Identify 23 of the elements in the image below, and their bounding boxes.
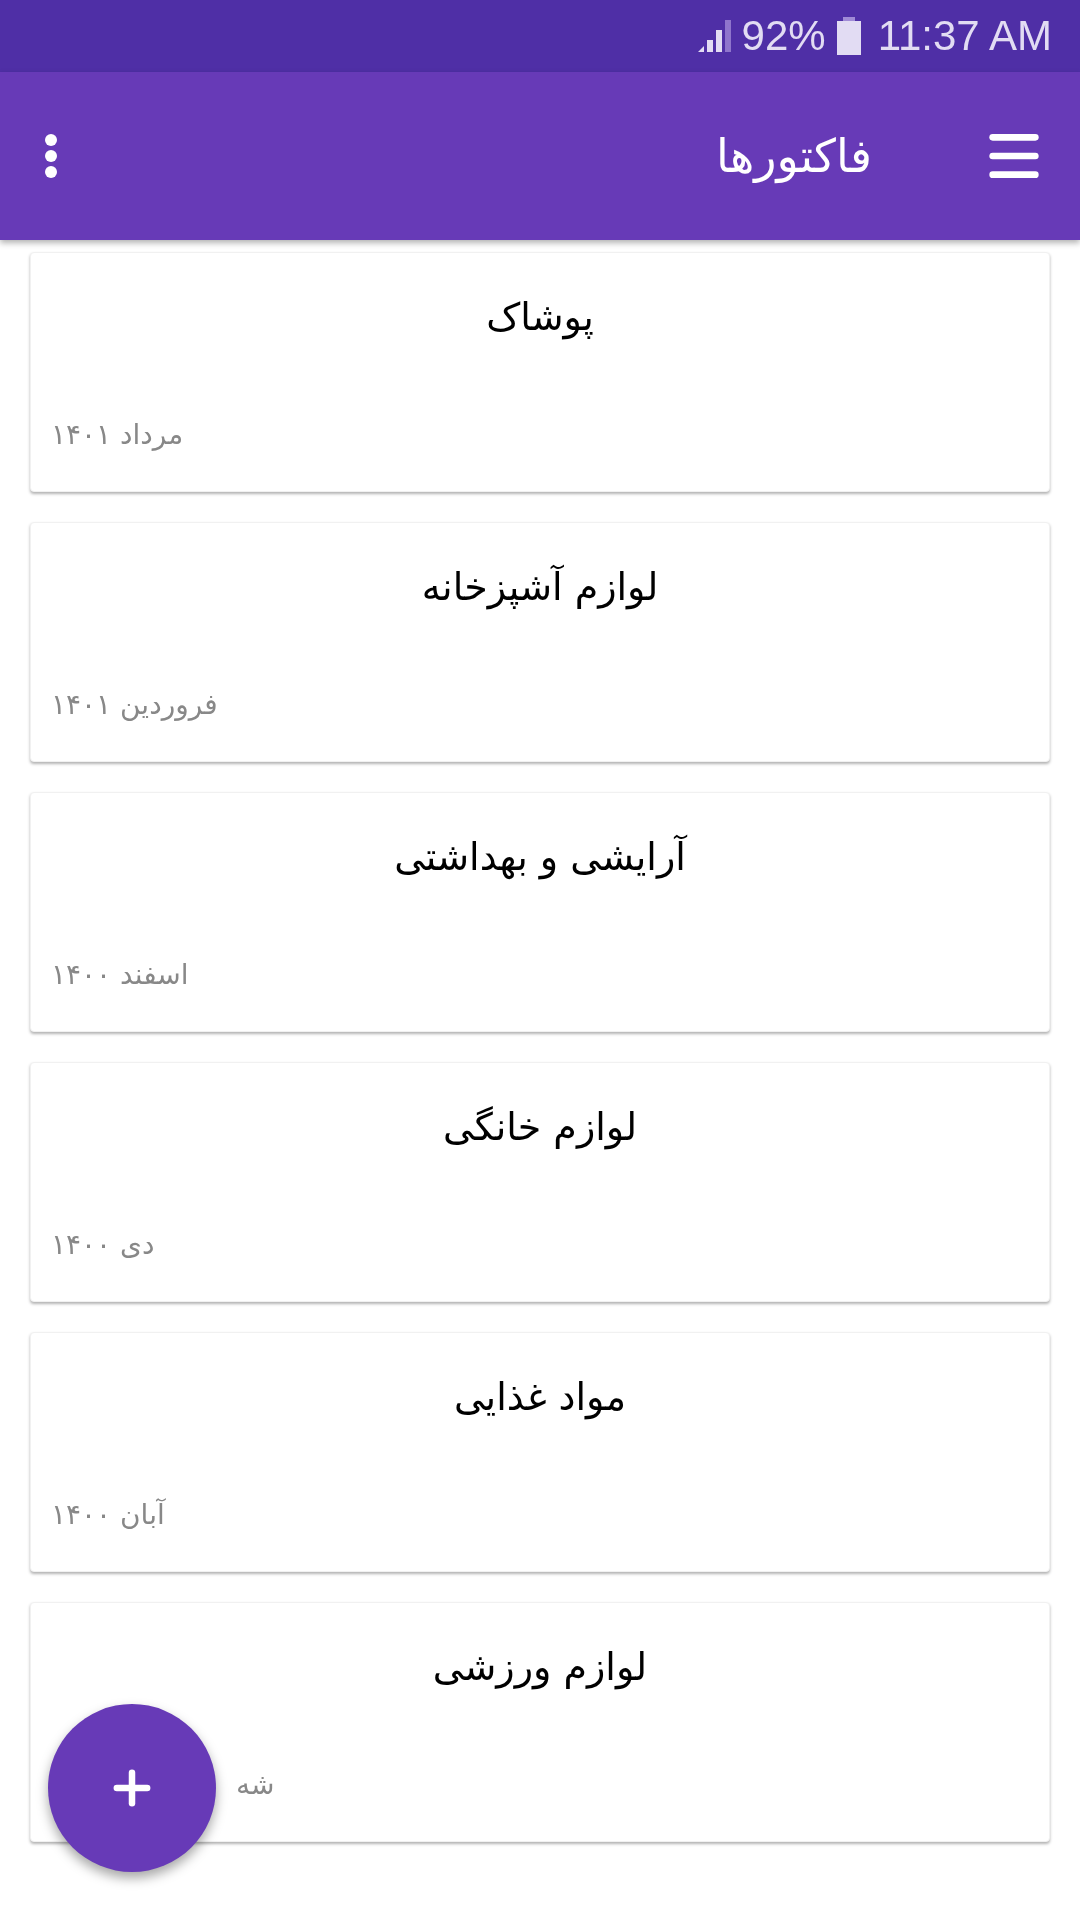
screen-title: فاکتورها: [715, 127, 872, 186]
invoice-card[interactable]: آرایشی و بهداشتی اسفند ۱۴۰۰: [30, 792, 1050, 1032]
invoice-date: اسفند ۱۴۰۰: [51, 957, 189, 993]
invoice-title: پوشاک: [486, 294, 594, 342]
more-options-icon: [44, 133, 58, 179]
invoice-card[interactable]: لوازم ورزشی شه: [30, 1602, 1050, 1842]
invoice-title: لوازم آشپزخانه: [421, 563, 659, 612]
invoice-card[interactable]: لوازم خانگی دی ۱۴۰۰: [30, 1062, 1050, 1302]
invoice-card[interactable]: لوازم آشپزخانه فروردین ۱۴۰۱: [30, 522, 1050, 762]
invoice-date: فروردین ۱۴۰۱: [51, 687, 218, 723]
battery-percent: 92%: [741, 15, 826, 57]
invoice-card[interactable]: مواد غذایی آبان ۱۴۰۰: [30, 1332, 1050, 1572]
invoice-date: شه: [236, 1767, 275, 1803]
battery-icon: [835, 17, 862, 55]
invoice-title: مواد غذایی: [453, 1374, 627, 1422]
invoice-title: لوازم خانگی: [443, 1104, 637, 1152]
invoice-date: مرداد ۱۴۰۱: [51, 417, 184, 453]
invoice-card[interactable]: پوشاک مرداد ۱۴۰۱: [30, 252, 1050, 492]
invoice-title: لوازم ورزشی: [432, 1644, 648, 1692]
invoice-title: آرایشی و بهداشتی: [394, 834, 686, 882]
invoice-date: آبان ۱۴۰۰: [51, 1497, 165, 1533]
clock-time: 11:37 AM: [877, 15, 1052, 57]
invoice-date: دی ۱۴۰۰: [51, 1227, 155, 1263]
